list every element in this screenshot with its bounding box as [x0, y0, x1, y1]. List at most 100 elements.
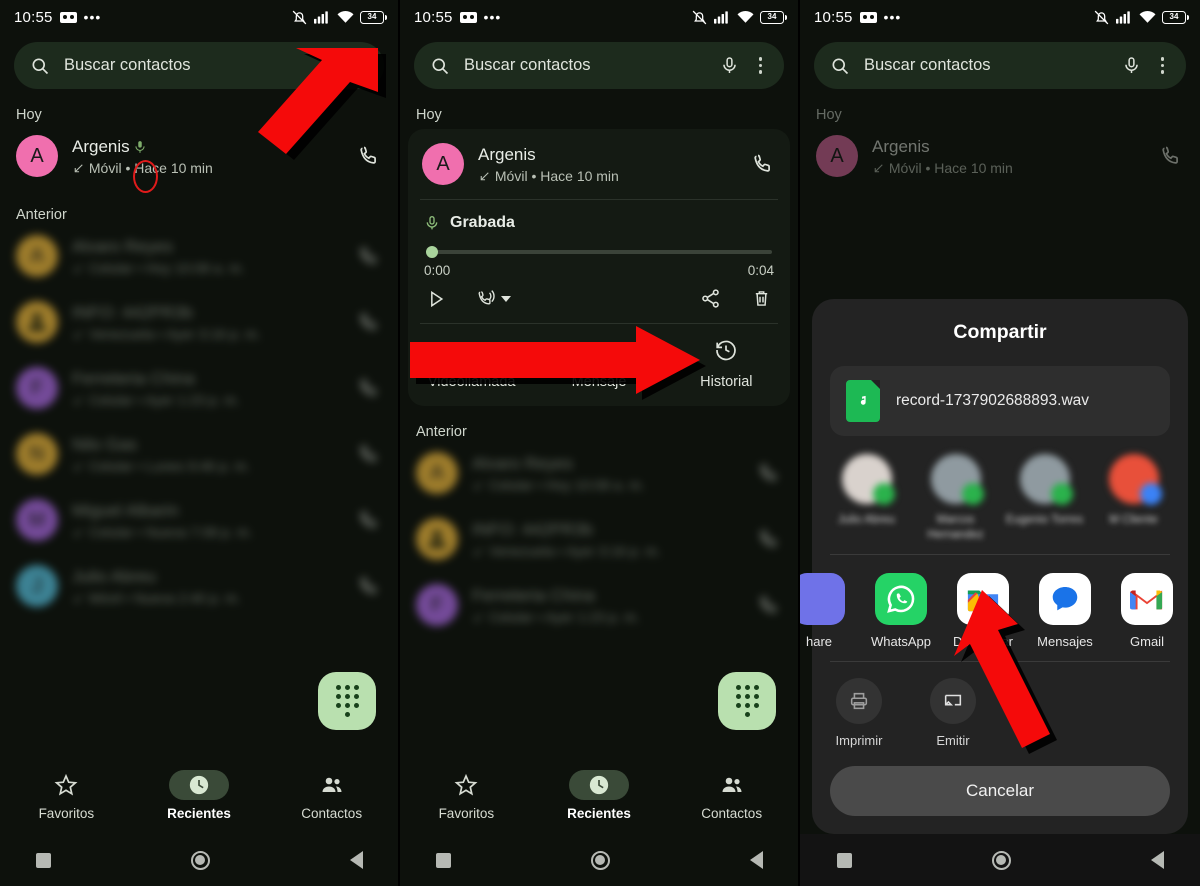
- gmail-icon: [1121, 573, 1173, 625]
- play-icon[interactable]: [426, 289, 446, 309]
- phone-call-icon[interactable]: [356, 310, 382, 334]
- nav-item-label: Contactos: [301, 805, 363, 821]
- speaker-dropdown-control[interactable]: [476, 288, 511, 309]
- section-header-previous: Anterior: [416, 424, 467, 440]
- share-icon[interactable]: [700, 288, 721, 309]
- call-row[interactable]: N Nilo Gas Celular • Lunes 9:46 p. m.: [0, 421, 398, 487]
- playback-seekbar[interactable]: [426, 246, 772, 258]
- cancel-button[interactable]: Cancelar: [830, 766, 1170, 816]
- overflow-dots-icon: •••: [883, 9, 902, 25]
- delete-icon[interactable]: [751, 288, 772, 309]
- dialpad-fab[interactable]: [718, 672, 776, 730]
- call-action-mensaje[interactable]: Mensaje: [535, 324, 662, 406]
- section-header-today: Hoy: [16, 107, 42, 123]
- nav-item-contactos[interactable]: Contactos: [665, 770, 798, 821]
- call-card-header[interactable]: A Argenis Móvil • Hace 10 min: [408, 129, 790, 199]
- recents-square-icon[interactable]: [435, 852, 451, 868]
- incoming-call-arrow-icon: [74, 461, 83, 470]
- search-bar[interactable]: Buscar contactos: [814, 42, 1186, 89]
- phone-call-icon[interactable]: [750, 152, 776, 176]
- home-circle-icon[interactable]: [190, 850, 210, 870]
- share-app-hare[interactable]: hare: [800, 573, 860, 649]
- phone-call-icon[interactable]: [356, 442, 382, 466]
- share-app-mensajes[interactable]: Mensajes: [1024, 573, 1106, 649]
- recents-square-icon[interactable]: [35, 852, 51, 868]
- mic-icon[interactable]: [1122, 56, 1141, 75]
- call-row-body: Nilo Gas Celular • Lunes 9:46 p. m.: [72, 435, 342, 474]
- share-suggestion[interactable]: M Cliente: [1089, 454, 1178, 542]
- contact-avatar: [1108, 454, 1162, 506]
- share-system-emitir[interactable]: Emitir: [906, 678, 1000, 748]
- call-row[interactable]: M Miguel Albarin Celular • Nueva 7:08 p.…: [0, 487, 398, 553]
- search-input[interactable]: Buscar contactos: [464, 56, 706, 75]
- call-row-argenis[interactable]: A Argenis Móvil • Hace 10 min: [0, 123, 398, 189]
- share-suggestion[interactable]: Eugenio Torres: [1000, 454, 1089, 542]
- phone-call-icon[interactable]: [356, 244, 382, 268]
- kebab-menu-icon[interactable]: [353, 53, 369, 78]
- search-bar[interactable]: Buscar contactos: [14, 42, 384, 89]
- voicemail-tape-icon: [459, 11, 477, 23]
- nav-item-recientes[interactable]: Recientes: [133, 769, 266, 821]
- call-row-subtitle: Móvil • Hace 10 min: [478, 168, 736, 184]
- playback-times: 0:00 0:04: [424, 263, 774, 278]
- call-row-name-wrap: Argenis: [72, 137, 342, 157]
- call-action-videollamada[interactable]: Videollamada: [408, 324, 535, 406]
- search-input[interactable]: Buscar contactos: [64, 56, 339, 75]
- share-app-label: Descargar: [953, 634, 1013, 649]
- share-suggestion[interactable]: Julio Abreu: [822, 454, 911, 542]
- call-row[interactable]: A Alvaro Reyes Celular • Hoy 10:08 a. m.: [0, 223, 398, 289]
- nav-item-favoritos[interactable]: Favoritos: [400, 770, 533, 821]
- phone-call-icon[interactable]: [756, 593, 782, 617]
- call-row[interactable]: F Ferreteria China Celular • Ayer 1:23 p…: [400, 572, 798, 638]
- call-row[interactable]: INFO: 442PR3b Venezuela • Ayer 3:16 p. m…: [0, 289, 398, 355]
- call-row-subtitle: Móvil • Nueva 2:40 p. m.: [72, 590, 342, 606]
- phone-call-icon[interactable]: [356, 508, 382, 532]
- section-header-today: Hoy: [416, 107, 442, 123]
- search-input[interactable]: Buscar contactos: [864, 56, 1108, 75]
- avatar-letter: N: [29, 442, 45, 465]
- search-bar[interactable]: Buscar contactos: [414, 42, 784, 89]
- dialpad-fab[interactable]: [318, 672, 376, 730]
- phone-call-icon[interactable]: [356, 144, 382, 168]
- phone-call-icon[interactable]: [356, 376, 382, 400]
- share-app-gmail[interactable]: Gmail: [1106, 573, 1188, 649]
- nav-item-contactos[interactable]: Contactos: [265, 770, 398, 821]
- shared-file-chip[interactable]: record-1737902688893.wav: [830, 366, 1170, 437]
- incoming-call-arrow-icon: [74, 263, 83, 272]
- recents-square-icon[interactable]: [836, 852, 852, 868]
- nav-item-favoritos[interactable]: Favoritos: [0, 770, 133, 821]
- kebab-menu-icon[interactable]: [753, 53, 769, 78]
- ringer-off-icon: [1094, 10, 1109, 24]
- home-circle-icon[interactable]: [590, 850, 610, 870]
- call-row-body: INFO: 442PR3b Venezuela • Ayer 3:16 p. m…: [72, 303, 342, 342]
- incoming-call-arrow-icon: [474, 480, 483, 489]
- call-row[interactable]: J Julio Abreu Móvil • Nueva 2:40 p. m.: [0, 553, 398, 619]
- incoming-call-arrow-icon: [480, 171, 489, 180]
- share-suggestion[interactable]: Marcos Hernandez: [911, 454, 1000, 542]
- mic-icon[interactable]: [720, 56, 739, 75]
- contact-avatar: [841, 454, 895, 506]
- section-header-previous: Anterior: [16, 207, 67, 223]
- seek-handle[interactable]: [426, 246, 438, 258]
- back-triangle-icon[interactable]: [1150, 851, 1164, 869]
- call-row[interactable]: F Ferreteria China Celular • Ayer 1:23 p…: [0, 355, 398, 421]
- back-triangle-icon[interactable]: [349, 851, 363, 869]
- call-action-historial[interactable]: Historial: [663, 324, 790, 406]
- contact-name: Ferreteria China: [72, 368, 195, 388]
- share-app-whatsapp[interactable]: WhatsApp: [860, 573, 942, 649]
- back-triangle-icon[interactable]: [749, 851, 763, 869]
- phone-call-icon[interactable]: [756, 527, 782, 551]
- call-row-subtitle: Venezuela • Ayer 3:16 p. m.: [72, 326, 342, 342]
- call-row[interactable]: INFO: 442PR3b Venezuela • Ayer 3:16 p. m…: [400, 506, 798, 572]
- phone-call-icon[interactable]: [756, 461, 782, 485]
- status-time: 10:55: [414, 8, 453, 26]
- nav-item-recientes[interactable]: Recientes: [533, 769, 666, 821]
- phone-call-icon[interactable]: [356, 574, 382, 598]
- call-row-subtitle: Celular • Hoy 10:08 a. m.: [72, 260, 342, 276]
- share-app-descargar[interactable]: Descargar: [942, 573, 1024, 649]
- share-system-imprimir[interactable]: Imprimir: [812, 678, 906, 748]
- kebab-menu-icon[interactable]: [1155, 53, 1171, 78]
- call-row-body: Ferreteria China Celular • Ayer 1:23 p. …: [472, 586, 742, 625]
- home-circle-icon[interactable]: [991, 850, 1011, 870]
- call-row[interactable]: A Alvaro Reyes Celular • Hoy 10:08 a. m.: [400, 440, 798, 506]
